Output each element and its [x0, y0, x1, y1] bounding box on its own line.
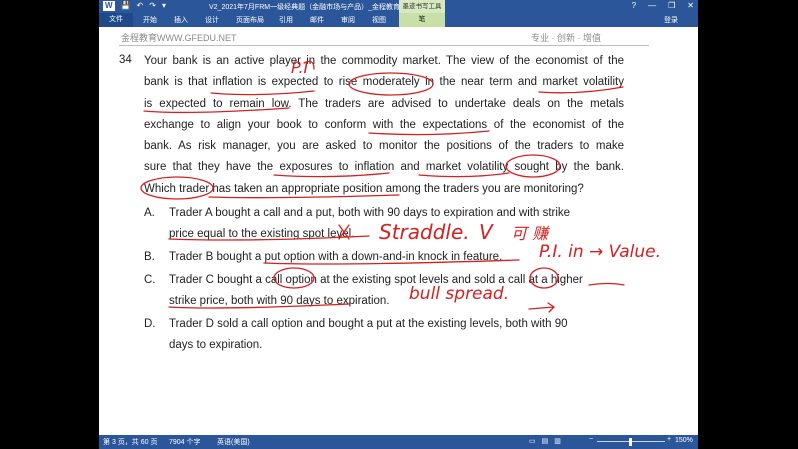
stem-line: is expected to remain low. The traders a…	[144, 97, 624, 110]
ink-arrow	[528, 302, 555, 313]
web-layout-icon[interactable]: ▥	[554, 437, 561, 445]
zoom-slider-knob[interactable]	[629, 438, 632, 446]
stem-line: Your bank is an active player in the com…	[144, 55, 624, 67]
tab-references[interactable]: 引用	[279, 15, 293, 25]
ink-note-straddle: Straddle.	[379, 220, 470, 244]
stem-line: exchange to align your book to conform w…	[144, 118, 624, 131]
stem-line: Which trader has taken an appropriate po…	[144, 182, 584, 195]
stem-line: bank is that inflation is expected to ri…	[144, 76, 624, 89]
question-number: 34	[119, 54, 132, 66]
tab-design[interactable]: 设计	[205, 15, 219, 25]
word-window: W 💾 ↶ ↷ ▾ V2_2021年7月FRM一级经典题（金融市场与产品）_金程…	[99, 0, 698, 449]
option-c-line: strike price, both with 90 days to expir…	[169, 295, 390, 307]
word-logo-icon: W	[103, 1, 115, 11]
option-b-letter: B.	[144, 251, 155, 263]
zoom-in-button[interactable]: +	[667, 436, 671, 443]
option-c-line: Trader C bought a call option at the exi…	[169, 274, 583, 286]
tab-file[interactable]: 文件	[99, 13, 133, 27]
option-a-letter: A.	[144, 207, 155, 219]
status-bar: 第 3 页，共 60 页 7904 个字 英语(美国) ▭ ▤ ▥ − + 15…	[99, 435, 698, 449]
question-stem: Your bank is an active player in the com…	[144, 51, 624, 200]
window-controls: ? — ❐ ✕	[632, 1, 694, 10]
ink-note-bull-spread: bull spread.	[409, 284, 509, 304]
ink-note-pi-value: P.I. in → Value.	[539, 242, 661, 262]
ink-underline	[588, 282, 625, 286]
ink-note-chinese: 可 赚	[511, 224, 550, 243]
ribbon-tabs: 文件 开始 插入 设计 页面布局 引用 邮件 审阅 视图 笔 登录	[99, 13, 698, 27]
ink-note-v: V	[479, 220, 494, 244]
tab-pen[interactable]: 笔	[399, 13, 445, 27]
tab-insert[interactable]: 插入	[174, 15, 188, 25]
restore-icon[interactable]: ❐	[668, 1, 675, 10]
tab-layout[interactable]: 页面布局	[236, 15, 264, 25]
redo-icon[interactable]: ↷	[149, 1, 156, 11]
header-divider	[119, 45, 649, 46]
quick-access-toolbar: W 💾 ↶ ↷ ▾	[103, 1, 166, 11]
word-count[interactable]: 7904 个字	[169, 437, 201, 447]
option-c-letter: C.	[144, 274, 156, 286]
title-bar: W 💾 ↶ ↷ ▾ V2_2021年7月FRM一级经典题（金融市场与产品）_金程…	[99, 0, 698, 13]
login-link[interactable]: 登录	[664, 15, 678, 25]
option-d-line: days to expiration.	[169, 339, 263, 351]
read-mode-icon[interactable]: ▭	[529, 437, 536, 445]
language-indicator[interactable]: 英语(美国)	[217, 437, 250, 447]
option-a-line: Trader A bought a call and a put, both w…	[169, 207, 571, 219]
help-icon[interactable]: ?	[632, 1, 636, 10]
stem-line: sure that they have the exposures to inf…	[144, 161, 624, 174]
option-d-letter: D.	[144, 318, 156, 330]
tab-mailings[interactable]: 邮件	[310, 15, 324, 25]
option-d-line: Trader D sold a call option and bought a…	[169, 318, 568, 330]
tab-review[interactable]: 审阅	[341, 15, 355, 25]
document-page[interactable]: 金程教育WWW.GFEDU.NET 专业 · 创新 · 增值 34 Your b…	[99, 27, 698, 435]
tab-view[interactable]: 视图	[372, 15, 386, 25]
option-b-line: Trader B bought a put option with a down…	[169, 251, 503, 263]
print-layout-icon[interactable]: ▤	[542, 437, 549, 445]
page-count[interactable]: 第 3 页，共 60 页	[103, 437, 157, 447]
tab-home[interactable]: 开始	[143, 15, 157, 25]
page-header-right: 专业 · 创新 · 增值	[531, 33, 601, 43]
page-header-left: 金程教育WWW.GFEDU.NET	[121, 33, 237, 43]
view-buttons: ▭ ▤ ▥	[529, 437, 561, 445]
save-icon[interactable]: 💾	[121, 1, 131, 11]
document-title: V2_2021年7月FRM一级经典题（金融市场与产品）_金程教育Y...	[209, 4, 410, 11]
close-icon[interactable]: ✕	[687, 1, 694, 10]
zoom-level[interactable]: 150%	[675, 437, 693, 444]
stem-line: bank. As risk manager, you are asked to …	[144, 140, 624, 153]
undo-icon[interactable]: ↶	[137, 1, 144, 11]
qat-more-icon[interactable]: ▾	[162, 1, 166, 11]
option-a-line: price equal to the existing spot level.	[169, 228, 355, 240]
ink-tools-context-title: 墨迹书写工具	[399, 0, 445, 13]
zoom-out-button[interactable]: −	[589, 436, 593, 443]
minimize-icon[interactable]: —	[648, 1, 656, 10]
